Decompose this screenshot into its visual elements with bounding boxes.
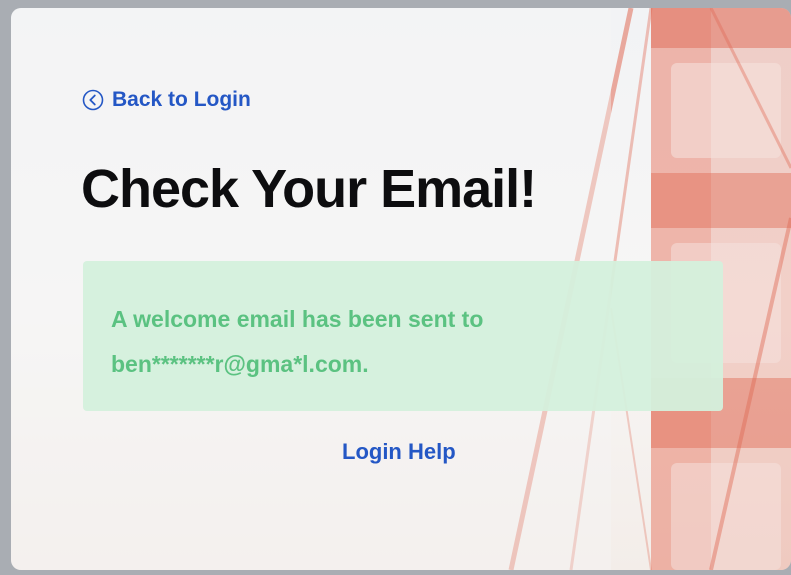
chevron-left-circle-icon [82, 89, 104, 111]
check-email-panel: Back to Login Check Your Email! A welcom… [11, 8, 791, 570]
notice-line-1: A welcome email has been sent to [111, 306, 484, 332]
success-notice: A welcome email has been sent to ben****… [83, 261, 723, 411]
notice-line-2: ben*******r@gma*l.com. [111, 351, 369, 377]
login-card-window: Back to Login Check Your Email! A welcom… [11, 8, 791, 570]
back-to-login-label: Back to Login [112, 88, 251, 111]
login-help-link[interactable]: Login Help [342, 439, 456, 465]
back-to-login-link[interactable]: Back to Login [82, 88, 251, 112]
page-title: Check Your Email! [81, 159, 537, 219]
